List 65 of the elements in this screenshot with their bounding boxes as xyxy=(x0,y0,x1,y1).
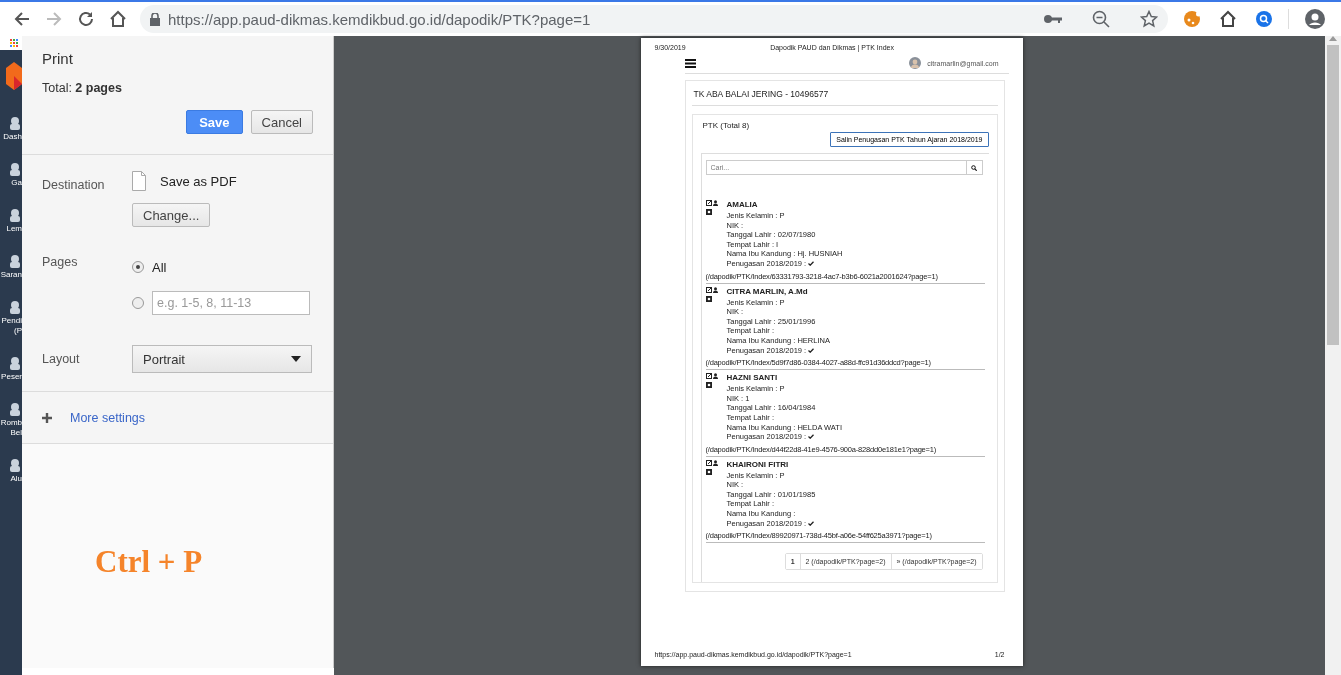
photo-icon xyxy=(705,295,712,302)
lock-icon xyxy=(150,12,160,26)
radio-button[interactable] xyxy=(132,261,144,273)
destination-value: Save as PDF xyxy=(160,173,237,189)
key-icon[interactable] xyxy=(1044,14,1062,24)
person-name: HAZNI SANTI xyxy=(726,373,779,383)
sidebar-label[interactable]: Saran xyxy=(0,270,22,280)
star-icon xyxy=(1140,10,1158,28)
more-settings-link[interactable]: More settings xyxy=(70,410,146,425)
photo-icon xyxy=(705,468,712,475)
person-name: CITRA MARLIN, A.Md xyxy=(726,286,809,296)
cookie-icon xyxy=(1183,10,1201,28)
logo-icon xyxy=(6,62,22,90)
sidebar-label[interactable]: Lem xyxy=(6,224,22,234)
layout-dropdown[interactable]: Portrait xyxy=(132,345,312,373)
search-extension-icon xyxy=(1255,10,1273,28)
cancel-button[interactable]: Cancel xyxy=(250,110,313,134)
user-icon xyxy=(712,459,718,466)
edit-icon xyxy=(705,459,712,466)
forward-arrow-icon xyxy=(45,10,63,28)
school-title: TK ABA BALAI JERING - 10496577 xyxy=(691,81,998,106)
page-range-field[interactable]: e.g. 1-5, 8, 11-13 xyxy=(152,291,310,315)
person-name: AMALIA xyxy=(726,200,759,209)
edit-icon xyxy=(705,286,712,293)
caret-icon xyxy=(291,356,301,362)
pages-label: Pages xyxy=(42,255,79,269)
home-icon xyxy=(109,10,127,28)
document-icon xyxy=(132,171,146,191)
option-label[interactable]: All xyxy=(152,259,167,275)
person-name: KHAIRONI FITRI xyxy=(726,459,790,469)
search-icon xyxy=(971,164,977,171)
avatar-icon xyxy=(909,57,922,69)
sidebar-label[interactable]: Pendi xyxy=(1,316,22,326)
address-bar[interactable]: https://app.paud-dikmas.kemdikbud.go.id/dapodik/PTK?page=1 xyxy=(140,5,1168,33)
back-arrow-icon xyxy=(13,10,31,28)
radio-button[interactable] xyxy=(132,297,144,309)
scrollbar[interactable] xyxy=(1325,36,1341,675)
profile-icon xyxy=(1305,9,1325,29)
url-text: https://app.paud-dikmas.kemdikbud.go.id/dapodik/PTK?page=1 xyxy=(168,10,592,28)
edit-icon xyxy=(705,373,712,380)
change-button[interactable]: Change... xyxy=(132,203,211,227)
user-icon xyxy=(712,200,718,206)
photo-icon xyxy=(705,209,712,215)
annotation-text: Ctrl + P xyxy=(95,544,203,580)
edit-icon xyxy=(705,200,712,206)
dialog-title: Print xyxy=(42,50,74,67)
sidebar-label[interactable]: Ga xyxy=(11,178,22,188)
sidebar-label[interactable]: Romb xyxy=(0,418,22,428)
reload-icon xyxy=(77,10,95,28)
destination-label: Destination xyxy=(42,178,106,192)
sidebar-label[interactable]: Bel xyxy=(10,428,22,438)
plus-icon xyxy=(42,412,52,423)
zoom-out-icon xyxy=(1092,10,1110,28)
home-icon xyxy=(1219,10,1237,28)
user-icon xyxy=(712,286,718,293)
sidebar-label[interactable]: Dash xyxy=(3,132,22,142)
panel-title: PTK (Total 8) xyxy=(702,121,751,130)
sidebar-label[interactable]: Peser xyxy=(1,372,22,382)
user-icon xyxy=(712,373,718,380)
apps-icon xyxy=(10,39,18,47)
layout-label: Layout xyxy=(42,352,81,366)
photo-icon xyxy=(705,382,712,389)
page-total: Total: 2 pages xyxy=(42,81,123,95)
sidebar-label[interactable]: Alu xyxy=(10,474,22,484)
sidebar-label[interactable]: (P xyxy=(14,326,22,336)
